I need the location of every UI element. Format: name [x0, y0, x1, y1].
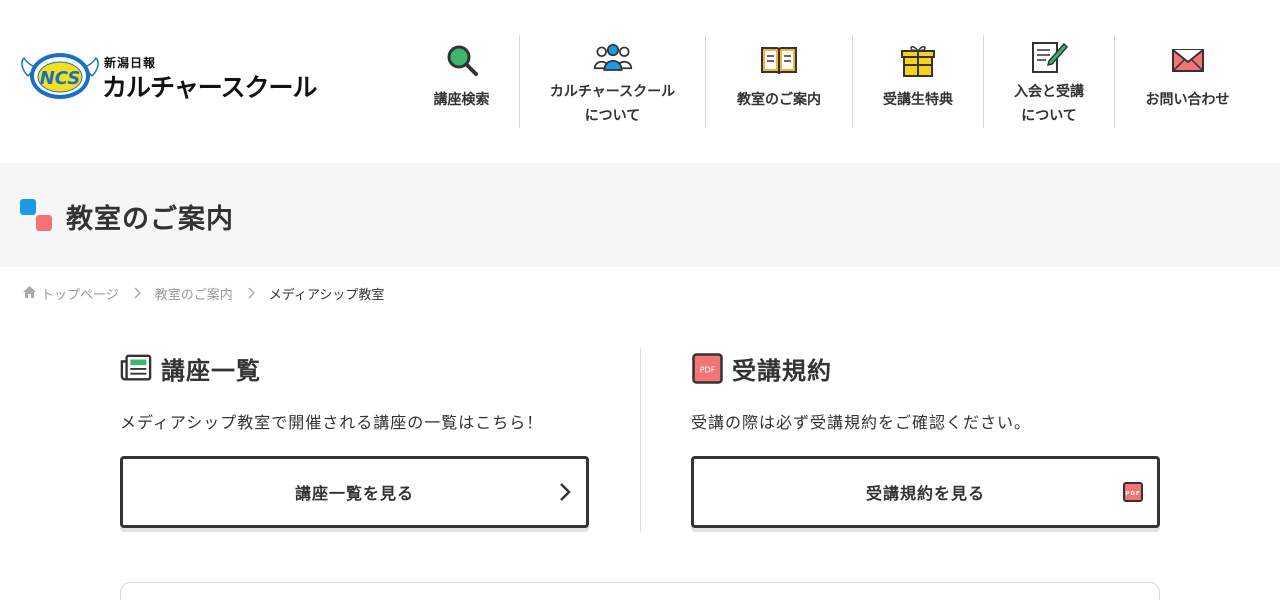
nav-item-contact[interactable]: お問い合わせ	[1114, 35, 1260, 128]
breadcrumb-home[interactable]: トップページ	[22, 284, 119, 303]
view-terms-button-label: 受講規約を見る	[865, 484, 985, 503]
classroom-info-card	[120, 582, 1160, 600]
courses-section: 講座一覧 メディアシップ教室で開催される講座の一覧はこちら！ 講座一覧を見る	[120, 348, 590, 528]
mail-icon	[1168, 40, 1208, 80]
pdf-icon-text: PDF	[699, 365, 715, 374]
breadcrumb-home-label: トップページ	[41, 287, 119, 303]
search-icon	[442, 40, 482, 80]
nav-label: お問い合わせ	[1145, 92, 1230, 108]
site-logo[interactable]: NCS 新潟日報 カルチャースクール	[20, 48, 320, 106]
document-pen-icon	[1029, 40, 1069, 74]
courses-title: 講座一覧	[161, 356, 261, 385]
breadcrumb: トップページ 教室のご案内 メディアシップ教室	[22, 284, 385, 303]
terms-title: 受講規約	[732, 356, 832, 385]
title-decoration-red	[36, 215, 52, 231]
logo-title: カルチャースクール	[102, 73, 318, 102]
people-icon	[593, 40, 633, 74]
view-courses-button-label: 講座一覧を見る	[294, 484, 414, 503]
view-courses-button[interactable]: 講座一覧を見る	[120, 456, 589, 528]
pdf-icon-text: PDF	[1125, 491, 1140, 497]
site-header: NCS 新潟日報 カルチャースクール 講座検索 カルチャースクール について 教…	[0, 0, 1280, 163]
courses-heading: 講座一覧	[120, 348, 590, 388]
home-icon	[22, 285, 37, 299]
book-icon	[759, 40, 799, 80]
nav-label: 講座検索	[433, 92, 490, 108]
nav-item-course-search[interactable]: 講座検索	[404, 35, 519, 128]
global-nav: 講座検索 カルチャースクール について 教室のご案内 受講生特典 入会と受講 に…	[404, 35, 1260, 128]
pdf-icon: PDF	[1123, 482, 1143, 502]
ncs-logo-badge: NCS	[21, 53, 99, 99]
newspaper-icon	[120, 352, 152, 384]
nav-label: 教室のご案内	[737, 92, 821, 108]
chevron-right-icon	[558, 482, 572, 502]
view-terms-button[interactable]: 受講規約を見る PDF	[691, 456, 1160, 528]
title-decoration-blue	[20, 199, 36, 215]
nav-label: カルチャースクール について	[549, 84, 676, 124]
nav-item-classrooms[interactable]: 教室のご案内	[705, 35, 852, 128]
logo-badge-text: NCS	[40, 68, 81, 89]
nav-label: 受講生特典	[883, 92, 953, 108]
terms-description: 受講の際は必ず受講規約をご確認ください。	[691, 413, 1032, 432]
page-title-band: 教室のご案内	[0, 163, 1280, 267]
chevron-right-icon	[133, 287, 141, 299]
gift-icon	[898, 40, 938, 80]
terms-section: PDF 受講規約 受講の際は必ず受講規約をご確認ください。 受講規約を見る PD…	[691, 348, 1161, 528]
terms-heading: PDF 受講規約	[691, 348, 1161, 388]
column-divider	[640, 348, 641, 532]
courses-description: メディアシップ教室で開催される講座の一覧はこちら！	[120, 413, 544, 432]
nav-item-enrollment[interactable]: 入会と受講 について	[983, 35, 1114, 128]
page-title: 教室のご案内	[66, 204, 234, 235]
nav-item-benefits[interactable]: 受講生特典	[852, 35, 983, 128]
breadcrumb-parent[interactable]: 教室のご案内	[155, 284, 233, 303]
chevron-right-icon	[247, 287, 255, 299]
breadcrumb-current: メディアシップ教室	[268, 287, 385, 303]
pdf-icon: PDF	[691, 352, 723, 384]
nav-label: 入会と受講 について	[1014, 84, 1084, 124]
nav-item-about[interactable]: カルチャースクール について	[519, 35, 705, 128]
